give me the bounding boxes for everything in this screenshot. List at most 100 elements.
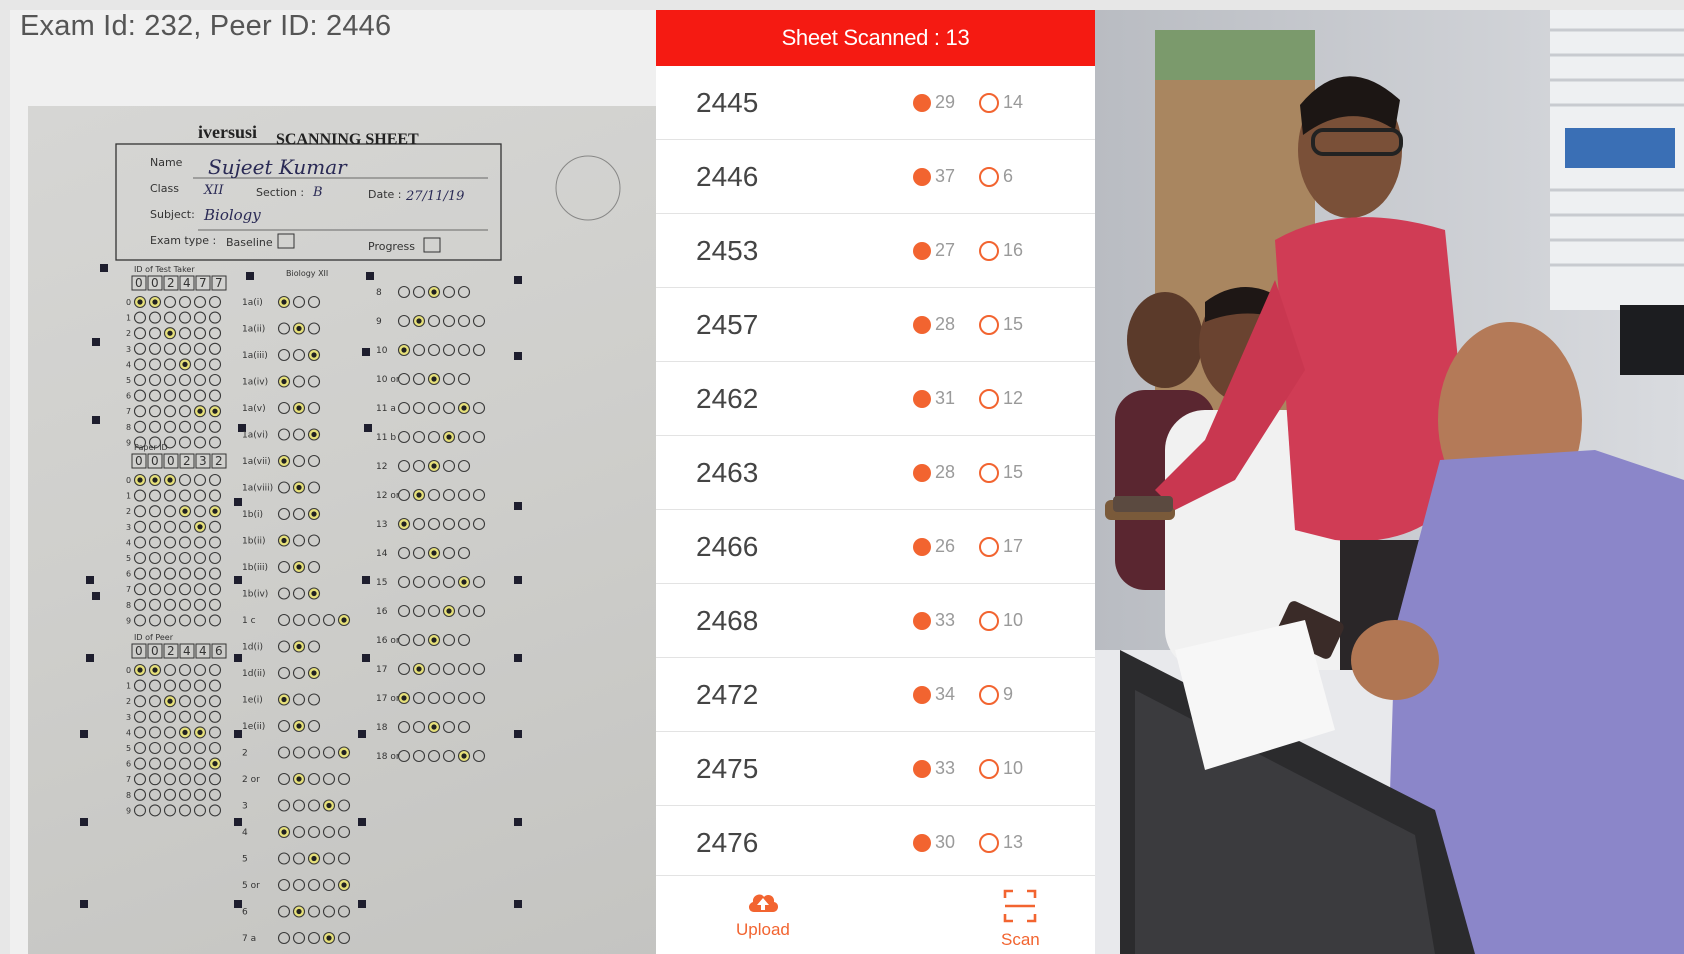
omr-bubble [472,691,486,705]
omr-bubble [472,401,486,415]
omr-bubble [397,372,411,386]
omr-bubble-mark [311,431,317,438]
sheet-row[interactable]: 2476 30 13 [656,806,1095,880]
omr-bubble [148,695,162,708]
class-label: Class [150,182,179,195]
omr-bubble-mark [152,299,158,305]
omr-bubble [178,389,192,402]
correct-value: 28 [935,462,956,482]
sheet-row[interactable]: 2445 29 14 [656,66,1095,140]
omr-bubble [412,285,426,299]
omr-bubble [322,613,336,627]
omr-bubble [397,430,411,444]
omr-bubble-mark [311,855,317,862]
omr-bubble [277,587,291,600]
scanned-sheet-panel: Exam Id: 232, Peer ID: 2446 iversusi SCA… [10,10,656,954]
id-digit: 2 [215,454,223,468]
omr-bubble [307,878,321,892]
omr-bubble [148,583,162,596]
id-digit: 4 [183,644,191,658]
omr-bubble [277,666,291,680]
scan-button[interactable]: Scan [1001,888,1040,950]
sheet-row[interactable]: 2463 28 15 [656,436,1095,510]
correct-count: 30 [913,832,955,853]
filled-circle-icon [913,759,931,778]
omr-bubble [307,481,321,494]
omr-bubble [427,691,441,705]
omr-bubble [193,389,207,402]
timing-mark [514,818,522,826]
peer-id: 2472 [696,678,759,710]
empty-circle-icon [979,684,999,705]
wrong-count: 6 [979,166,1013,187]
omr-bubble [442,285,456,299]
question-label: 3 [242,802,248,812]
omr-bubble [457,633,471,647]
question-label: 10 [376,346,388,356]
sheet-row[interactable]: 2446 37 6 [656,140,1095,214]
omr-bubble [442,720,456,734]
omr-bubble [442,401,456,415]
omr-bubble [277,772,291,786]
omr-bubble [472,749,486,763]
timing-mark [362,576,370,584]
omr-bubble [133,373,147,387]
omr-bubble [193,598,207,611]
omr-bubble-mark [197,524,203,530]
id-digit: 2 [167,276,175,290]
omr-bubble [457,343,471,357]
row-digit-label: 7 [126,585,131,594]
omr-bubble-mark [311,352,317,358]
omr-bubble-mark [281,537,287,544]
omr-bubble [307,799,321,812]
omr-bubble [148,788,162,801]
sheet-row[interactable]: 2457 28 15 [656,288,1095,362]
omr-bubble [442,459,456,473]
omr-bubble [193,342,207,355]
omr-bubble [148,614,162,627]
omr-bubble [148,342,162,355]
row-digit-label: 1 [126,314,131,323]
timing-mark [86,576,94,584]
omr-bubble [133,327,147,340]
question-label: 13 [376,520,387,530]
omr-bubble [472,517,486,531]
omr-bubble [178,583,192,596]
omr-bubble [397,662,411,676]
question-label: 4 [242,828,248,838]
sheet-row[interactable]: 2468 33 10 [656,584,1095,658]
omr-bubble [412,749,426,763]
omr-bubble-mark [167,330,173,336]
app-header: Sheet Scanned : 13 [656,10,1095,66]
sheet-row[interactable]: 2466 26 17 [656,510,1095,584]
omr-bubble-mark [137,299,143,305]
sheet-row[interactable]: 2472 34 9 [656,658,1095,732]
filled-circle-icon [913,241,931,260]
omr-bubble [163,489,177,502]
handwritten-date: 27/11/19 [405,189,464,204]
exam-type-label: Exam type : [150,234,216,247]
timing-mark [80,730,88,738]
sheet-row[interactable]: 2453 27 16 [656,214,1095,288]
omr-bubble [193,567,207,580]
row-digit-label: 5 [126,376,131,385]
omr-bubble [148,741,162,755]
upload-button[interactable]: Upload [736,888,790,940]
omr-bubble [457,546,471,560]
omr-bubble [148,311,162,324]
row-digit-label: 2 [126,507,131,516]
sheets-scanned-title: Sheet Scanned : 13 [781,25,970,50]
omr-bubble [427,314,441,328]
omr-bubble [148,710,162,723]
omr-bubble [292,534,306,547]
sheet-row[interactable]: 2475 33 10 [656,732,1095,806]
question-label: 12 or [376,491,400,501]
omr-bubble [178,295,192,309]
omr-bubble [442,546,456,560]
omr-bubble [178,473,192,487]
sheet-row[interactable]: 2462 31 12 [656,362,1095,436]
id-digit: 0 [135,276,143,290]
question-label: 1d(i) [242,643,263,653]
timing-mark [100,264,108,272]
omr-bubble [208,342,222,355]
